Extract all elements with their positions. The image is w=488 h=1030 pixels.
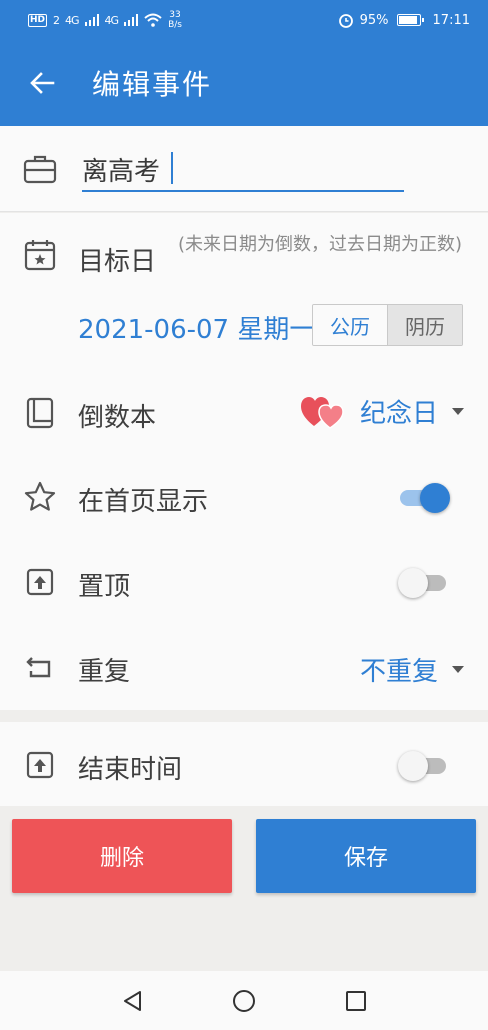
signal-bars-icon [124,14,139,26]
net-speed: 33 B/s [168,10,182,30]
status-right: 95% 17:11 [338,12,470,28]
book-dropdown[interactable]: 纪念日 [300,393,464,430]
back-button[interactable] [20,61,64,105]
target-date-value[interactable]: 2021-06-07 星期一 [78,309,315,346]
delete-button[interactable]: 删除 [12,819,232,893]
battery-icon [396,14,424,26]
end-time-section: 结束时间 [0,722,488,806]
repeat-icon [22,649,58,685]
clock: 17:11 [432,12,470,28]
end-time-icon [22,747,58,783]
battery-percent: 95% [359,12,389,28]
book-icon [22,395,58,431]
repeat-dropdown[interactable]: 不重复 [360,651,464,688]
page-title: 编辑事件 [92,68,213,101]
show-home-switch[interactable] [398,483,450,513]
pin-top-switch[interactable] [398,568,448,598]
app-bar: 编辑事件 [0,40,488,126]
nav-recents-button[interactable] [336,981,376,1021]
briefcase-icon [22,151,58,187]
net-speed-unit: B/s [168,20,182,30]
target-date-hint: (未来日期为倒数，过去日期为正数) [178,234,463,255]
switch-knob [420,483,450,513]
hearts-icon [300,396,344,429]
book-value: 纪念日 [359,399,438,429]
nav-home-button[interactable] [224,981,264,1021]
arrow-left-icon [30,72,55,94]
book-label: 倒数本 [78,403,157,433]
solar-calendar-button[interactable]: 公历 [313,305,388,345]
signal-bars-icon [84,14,99,26]
hd-badge: HD [28,13,48,27]
text-cursor [171,152,173,184]
end-time-switch[interactable] [398,751,448,781]
event-name-section [0,126,488,212]
wifi-icon [144,13,162,27]
lunar-calendar-button[interactable]: 阴历 [388,305,462,345]
system-nav-bar [0,971,488,1030]
save-button[interactable]: 保存 [256,819,476,893]
pin-top-icon [22,564,58,600]
switch-knob [398,751,428,781]
event-name-field[interactable] [82,148,404,192]
status-left: HD 2 4G 4G 33 B/s [28,10,182,30]
square-recents-icon [346,990,366,1011]
repeat-label: 重复 [78,657,131,687]
calendar-icon [22,237,58,273]
circle-home-icon [233,989,255,1012]
pin-top-label: 置顶 [78,572,131,602]
end-time-label: 结束时间 [78,755,183,785]
calendar-type-toggle: 公历 阴历 [312,304,463,346]
triangle-back-icon [124,990,141,1011]
chevron-down-icon [452,408,464,415]
alarm-icon [338,14,353,28]
chevron-down-icon [452,666,464,673]
status-bar: HD 2 4G 4G 33 B/s 95% 17:11 [0,0,488,40]
hd-sub: 2 [53,13,60,27]
event-settings-section: 目标日 (未来日期为倒数，过去日期为正数) 2021-06-07 星期一 公历 … [0,213,488,710]
signal-1-label: 4G [65,13,79,27]
switch-knob [398,568,428,598]
star-icon [22,479,58,515]
signal-2-label: 4G [104,13,119,27]
nav-back-button[interactable] [112,981,152,1021]
net-speed-value: 33 [169,10,181,20]
repeat-value: 不重复 [359,657,438,687]
show-home-label: 在首页显示 [78,487,209,517]
target-date-label: 目标日 [78,247,157,277]
event-name-input[interactable] [82,148,404,190]
